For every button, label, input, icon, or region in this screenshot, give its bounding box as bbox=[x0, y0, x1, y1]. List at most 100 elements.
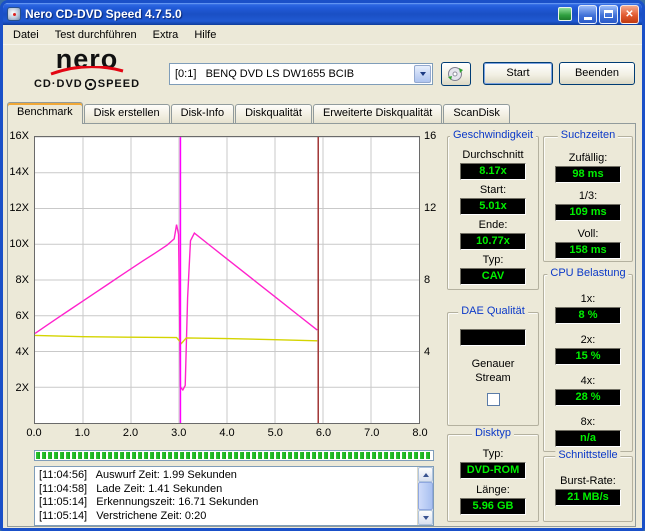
field-label: Stream bbox=[475, 372, 511, 384]
nero-logo-brand: nero bbox=[55, 44, 119, 74]
app-window: Nero CD-DVD Speed 4.7.5.0 ✕ Datei Test d… bbox=[0, 0, 645, 531]
tab-disk-info[interactable]: Disk-Info bbox=[170, 104, 235, 123]
y-axis-labels-right: 16 12 8 4 bbox=[423, 130, 445, 424]
menu-hilfe[interactable]: Hilfe bbox=[186, 27, 224, 43]
nero-logo: nero CD·DVD SPEED bbox=[11, 45, 163, 97]
axis-tick-label: 10X bbox=[9, 238, 29, 250]
axis-tick-label: 7.0 bbox=[364, 427, 380, 439]
axis-tick-label: 5.0 bbox=[267, 427, 283, 439]
tab-scandisk[interactable]: ScanDisk bbox=[443, 104, 510, 123]
drive-select[interactable]: [0:1] BENQ DVD LS DW1655 BCIB bbox=[169, 63, 433, 85]
chart-canvas bbox=[35, 137, 419, 423]
toolbar: nero CD·DVD SPEED [0:1] BENQ DVD LS DW16… bbox=[3, 45, 642, 101]
value-display-laenge: 5.96 GB bbox=[460, 498, 526, 515]
value-display-voll: 158 ms bbox=[555, 242, 621, 259]
tab-erweiterte-diskqualitaet[interactable]: Erweiterte Diskqualität bbox=[312, 104, 443, 123]
axis-tick-label: 4 bbox=[424, 346, 431, 358]
field-label: Burst-Rate: bbox=[560, 475, 616, 487]
minimize-icon bbox=[583, 17, 592, 20]
menu-extra[interactable]: Extra bbox=[145, 27, 187, 43]
field-label: 8x: bbox=[580, 416, 596, 428]
field-label: Zufällig: bbox=[568, 152, 608, 164]
field-label: Genauer bbox=[471, 358, 515, 370]
field-label: Länge: bbox=[476, 484, 510, 496]
axis-tick-label: 14X bbox=[9, 166, 29, 178]
value-display-cpu-1x: 8 % bbox=[555, 307, 621, 324]
axis-tick-label: 2X bbox=[15, 382, 29, 394]
value-display-ende: 10.77x bbox=[460, 233, 526, 250]
log-line: [11:04:58] Lade Zeit: 1.41 Sekunden bbox=[39, 482, 223, 495]
field-label: Durchschnitt bbox=[462, 149, 524, 161]
scroll-up-button[interactable] bbox=[418, 467, 433, 482]
tab-page-benchmark: 16X 14X 12X 10X 8X 6X 4X 2X 16 12 8 4 0.0 1.0 2.0 3.0… bbox=[7, 123, 636, 527]
minimize-button[interactable] bbox=[578, 4, 597, 24]
quit-button[interactable]: Beenden bbox=[559, 62, 635, 85]
panel-dae-qualitaet: DAE Qualität Genauer Stream bbox=[447, 305, 539, 426]
panel-title: Disktyp bbox=[471, 427, 515, 439]
panel-suchzeiten: Suchzeiten Zufällig: 98 ms 1/3: 109 ms V… bbox=[543, 129, 633, 262]
disc-options-button[interactable] bbox=[441, 62, 471, 86]
value-display-cpu-8x: n/a bbox=[555, 430, 621, 447]
scroll-track[interactable] bbox=[418, 482, 433, 510]
field-label: Voll: bbox=[577, 228, 599, 240]
axis-tick-label: 12 bbox=[424, 202, 437, 214]
menu-bar: Datei Test durchführen Extra Hilfe bbox=[3, 25, 642, 45]
panel-cpu-belastung: CPU Belastung 1x: 8 % 2x: 15 % 4x: 28 % … bbox=[543, 267, 633, 452]
axis-tick-label: 6.0 bbox=[315, 427, 332, 439]
drive-select-value: [0:1] BENQ DVD LS DW1655 BCIB bbox=[175, 68, 355, 80]
genauer-stream-checkbox[interactable] bbox=[486, 393, 500, 406]
value-display-typ: CAV bbox=[460, 268, 526, 285]
close-button[interactable]: ✕ bbox=[620, 4, 639, 24]
value-display-zufaellig: 98 ms bbox=[555, 166, 621, 183]
field-label: 2x: bbox=[580, 334, 596, 346]
nero-logo-product: CD·DVD SPEED bbox=[11, 78, 163, 90]
value-display-start: 5.01x bbox=[460, 198, 526, 215]
field-label: 1/3: bbox=[578, 190, 598, 202]
menu-test-durchfuehren[interactable]: Test durchführen bbox=[47, 27, 145, 43]
chevron-down-icon bbox=[419, 72, 426, 76]
test-progress-bar bbox=[34, 450, 434, 461]
arrow-up-icon bbox=[422, 472, 429, 477]
axis-tick-label: 6X bbox=[15, 310, 29, 322]
maximize-icon bbox=[604, 10, 613, 18]
log-line: [11:05:14] Verstrichene Zeit: 0:20 bbox=[39, 509, 207, 522]
axis-tick-label: 4.0 bbox=[219, 427, 235, 439]
axis-tick-label: 8.0 bbox=[412, 427, 428, 439]
drive-select-dropdown-button[interactable] bbox=[414, 65, 431, 83]
value-display-cpu-2x: 15 % bbox=[555, 348, 621, 365]
log-scrollbar[interactable] bbox=[417, 467, 433, 525]
panel-disktyp: Disktyp Typ: DVD-ROM Länge: 5.96 GB bbox=[447, 427, 539, 522]
field-label: Typ: bbox=[482, 254, 504, 266]
panel-schnittstelle: Schnittstelle Burst-Rate: 21 MB/s bbox=[543, 449, 633, 522]
value-display-drittel: 109 ms bbox=[555, 204, 621, 221]
value-display-burst-rate: 21 MB/s bbox=[555, 489, 621, 506]
value-display-cpu-4x: 28 % bbox=[555, 389, 621, 406]
benchmark-chart bbox=[34, 136, 420, 424]
tab-diskqualitaet[interactable]: Diskqualität bbox=[235, 104, 312, 123]
log-box[interactable]: [11:04:56] Auswurf Zeit: 1.99 Sekunden [… bbox=[34, 466, 434, 526]
log-line: [11:04:56] Auswurf Zeit: 1.99 Sekunden bbox=[39, 469, 237, 481]
menu-datei[interactable]: Datei bbox=[5, 27, 47, 43]
start-button[interactable]: Start bbox=[483, 62, 553, 85]
panel-title: CPU Belastung bbox=[547, 267, 629, 279]
axis-tick-label: 0.0 bbox=[26, 427, 42, 439]
scroll-thumb[interactable] bbox=[418, 482, 433, 510]
disc-arrows-icon bbox=[448, 67, 463, 81]
titlebar: Nero CD-DVD Speed 4.7.5.0 ✕ bbox=[3, 3, 642, 25]
maximize-button[interactable] bbox=[599, 4, 618, 24]
tab-strip: Benchmark Disk erstellen Disk-Info Diskq… bbox=[7, 101, 511, 124]
arrow-down-icon bbox=[422, 515, 429, 520]
value-display-dae bbox=[460, 329, 526, 346]
field-label: Start: bbox=[479, 184, 507, 196]
panel-title: Suchzeiten bbox=[557, 129, 619, 141]
log-line: [11:05:14] Erkennungszeit: 16.71 Sekunde… bbox=[39, 496, 259, 508]
panel-title: Schnittstelle bbox=[555, 449, 621, 461]
progress-fill bbox=[36, 452, 432, 459]
axis-tick-label: 3.0 bbox=[171, 427, 187, 439]
scroll-down-button[interactable] bbox=[418, 510, 433, 525]
field-label: Typ: bbox=[482, 448, 504, 460]
axis-tick-label: 8 bbox=[424, 274, 431, 286]
tab-benchmark[interactable]: Benchmark bbox=[7, 102, 83, 124]
tab-disk-erstellen[interactable]: Disk erstellen bbox=[83, 104, 170, 123]
logo-product-left: CD·DVD bbox=[33, 78, 83, 90]
